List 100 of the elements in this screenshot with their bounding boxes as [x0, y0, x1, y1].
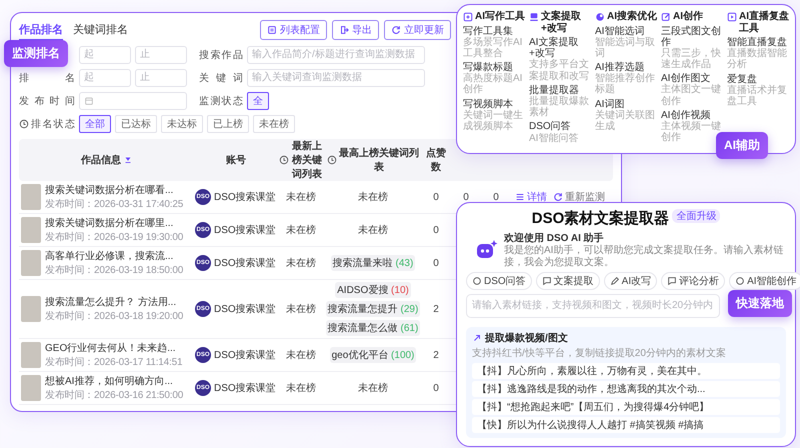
tool-item[interactable]: AI智能选词 智能选词与取词 — [595, 26, 657, 60]
refresh-button[interactable]: 立即更新 — [384, 20, 451, 40]
tool-item[interactable]: AI推荐选题 智能推荐创作标题 — [595, 62, 657, 96]
tool-chip[interactable]: AI智能创作 — [729, 272, 800, 290]
tool-item[interactable]: 写爆款标题 高热度标题AI创作 — [463, 62, 525, 96]
tool-group-title: 文案提取+改写 — [541, 11, 582, 34]
filter-option[interactable]: 全 — [247, 92, 269, 110]
filter-label: 排名状态 — [31, 118, 75, 130]
account-name: DSO搜索课堂 — [214, 348, 276, 362]
date-field[interactable] — [79, 92, 187, 110]
welcome-title: 欢迎使用 DSO AI 助手 — [504, 231, 605, 244]
config-button[interactable]: 列表配置 — [260, 20, 327, 40]
tool-item[interactable]: 智能直播复盘 直播数据智能分析 — [727, 37, 789, 71]
tool-item[interactable]: AI词图 关键词关联图生成 — [595, 98, 657, 132]
tab[interactable]: 关键词排名 — [73, 20, 128, 40]
pencil-icon — [610, 276, 620, 286]
welcome-text: 我是您的AI助手，可以帮助您完成文案提取任务。请输入素材链接，我会为您提取文案。 — [504, 245, 784, 268]
tool-chip[interactable]: 文案提取 — [536, 272, 600, 290]
tool-item[interactable]: 写作工具集 多场景写作AI工具整合 — [463, 26, 525, 60]
column-header: 账号 — [226, 154, 246, 167]
tool-item[interactable]: AI创作图文 主体图文一键创作 — [661, 73, 723, 107]
work-title[interactable]: 搜索关键词数据分析在哪看... — [45, 183, 184, 197]
table-cell-text: 未在榜 — [357, 190, 389, 204]
publish-time: 发布时间：2026-03-17 11:14:51 — [45, 356, 182, 369]
tool-item[interactable]: 爱复盘 直播话术并复盘工具 — [727, 74, 789, 108]
clock-icon — [327, 155, 337, 165]
tool-item[interactable]: 写视频脚本 关键词一键生成视频脚本 — [463, 98, 525, 132]
filter-label: 排名 — [19, 72, 75, 84]
search-field[interactable]: 输入作品简介/标题进行查询监测数据 — [247, 46, 425, 64]
work-title[interactable]: GEO行业何去何从！未来趋... — [45, 341, 182, 355]
tool-item[interactable]: AI文案提取+改写 支持多平台文案提取和改写 — [529, 37, 591, 82]
filter-label: 搜索作品 — [199, 48, 243, 62]
tool-chip[interactable]: DSO问答 — [466, 272, 532, 290]
column-header: 点赞数 — [425, 146, 447, 174]
tool-item[interactable]: 三段式图文创作 只需三步，快速生成作品 — [661, 26, 723, 70]
feature-badge: 快速落地 — [728, 290, 792, 317]
table-cell-text: 0 — [432, 192, 440, 202]
column-header: 最高上榜关键词列表 — [339, 146, 419, 174]
range-end-field[interactable]: 止 — [135, 68, 187, 86]
tool-item[interactable]: 批量提取器 批量提取爆款素材 — [529, 84, 591, 118]
table-cell-text: 0 — [432, 258, 440, 268]
tool-group-title: AI搜索优化 — [607, 11, 657, 22]
refresh-icon — [553, 192, 563, 202]
table-cell-text: 2 — [432, 304, 440, 314]
table-cell-text: 2 — [432, 350, 440, 360]
clock-icon — [279, 155, 289, 165]
upgrade-badge: 全面升级 — [672, 209, 720, 223]
table-cell-text: 未在榜 — [357, 224, 389, 237]
list-icon — [515, 192, 525, 202]
table-cell-text: 0 — [492, 192, 500, 202]
remonitor-link[interactable]: 重新监测 — [553, 190, 605, 204]
work-title[interactable]: 想被AI推荐，如何明确方向... — [45, 374, 184, 388]
work-title[interactable]: 搜索流量怎么提升？ 方法用... — [45, 295, 184, 309]
table-cell-text: 0 — [462, 192, 470, 202]
sort-icon — [123, 155, 133, 165]
dot-icon — [595, 12, 605, 22]
export-button[interactable]: 导出 — [332, 20, 379, 40]
column-header: 最新上榜关键词列表 — [291, 139, 323, 181]
keyword-tag: geo优化平台 (100) — [330, 347, 416, 363]
range-start-field[interactable]: 起 — [79, 46, 131, 64]
filter-option[interactable]: 未在榜 — [253, 114, 295, 132]
work-title[interactable]: 高客单行业必修课，搜索流... — [45, 249, 184, 263]
publish-time: 发布时间：2026-03-19 19:30:00 — [45, 230, 184, 244]
panel-title: DSO素材文案提取器 — [532, 209, 670, 228]
range-start-field[interactable]: 起 — [79, 68, 131, 86]
arrow-icon — [472, 333, 482, 343]
tool-chip[interactable]: 评论分析 — [661, 272, 726, 290]
filter-label: 关键词 — [199, 72, 243, 84]
range-end-field[interactable]: 止 — [135, 46, 187, 64]
example-item[interactable]: 【快】所以为什么说搜得人人越打 #搞笑视频 #搞搞 — [472, 417, 780, 433]
publish-time: 发布时间：2026-03-19 18:50:00 — [45, 264, 184, 277]
filter-option[interactable]: 已达标 — [115, 114, 157, 132]
example-item[interactable]: 【抖】“想抢跑起来吧”【周五们，为搜得爆4分钟吧】 — [472, 399, 780, 415]
circle-icon — [472, 276, 482, 286]
tool-group-title: AI直播复盘工具 — [739, 11, 789, 34]
clock-icon — [19, 118, 29, 128]
play-icon — [727, 12, 737, 22]
plus-square-icon — [463, 12, 473, 22]
keyword-tag: 搜索流量怎提升 (29) — [326, 301, 420, 317]
search-field[interactable]: 输入关键词查询监测数据 — [247, 68, 425, 86]
example-item[interactable]: 【抖】凡心所向，素履以往，万物有灵，美在其中。 — [472, 363, 780, 379]
link-input-field[interactable]: 请输入素材链接，支持视频和图文，视频时长20分钟内 — [466, 294, 720, 318]
table-cell-text: 未在榜 — [285, 224, 317, 237]
photo-placeholder — [21, 184, 41, 210]
photo-placeholder — [21, 296, 41, 322]
table-cell-text: 未在榜 — [285, 256, 317, 270]
filter-option[interactable]: 已上榜 — [207, 114, 249, 132]
table-cell-text: 未在榜 — [357, 382, 389, 395]
chat-icon — [542, 276, 552, 286]
example-item[interactable]: 【抖】逃逸路线是我的动作，想逃离我的其次个动... — [472, 381, 780, 397]
circle-icon — [735, 276, 746, 286]
tool-chip[interactable]: AI改写 — [604, 272, 658, 290]
work-title[interactable]: 搜索关键词数据分析在哪里... — [45, 216, 184, 230]
photo-placeholder — [21, 342, 41, 368]
details-link[interactable]: 详情 — [515, 190, 547, 204]
filter-option[interactable]: 全部 — [79, 114, 111, 132]
filter-option[interactable]: 未达标 — [161, 114, 203, 132]
feature-badge: AI辅助 — [716, 132, 768, 159]
account-name: DSO搜索课堂 — [214, 256, 276, 270]
tool-item[interactable]: DSO问答 AI智能问答 — [529, 121, 591, 144]
